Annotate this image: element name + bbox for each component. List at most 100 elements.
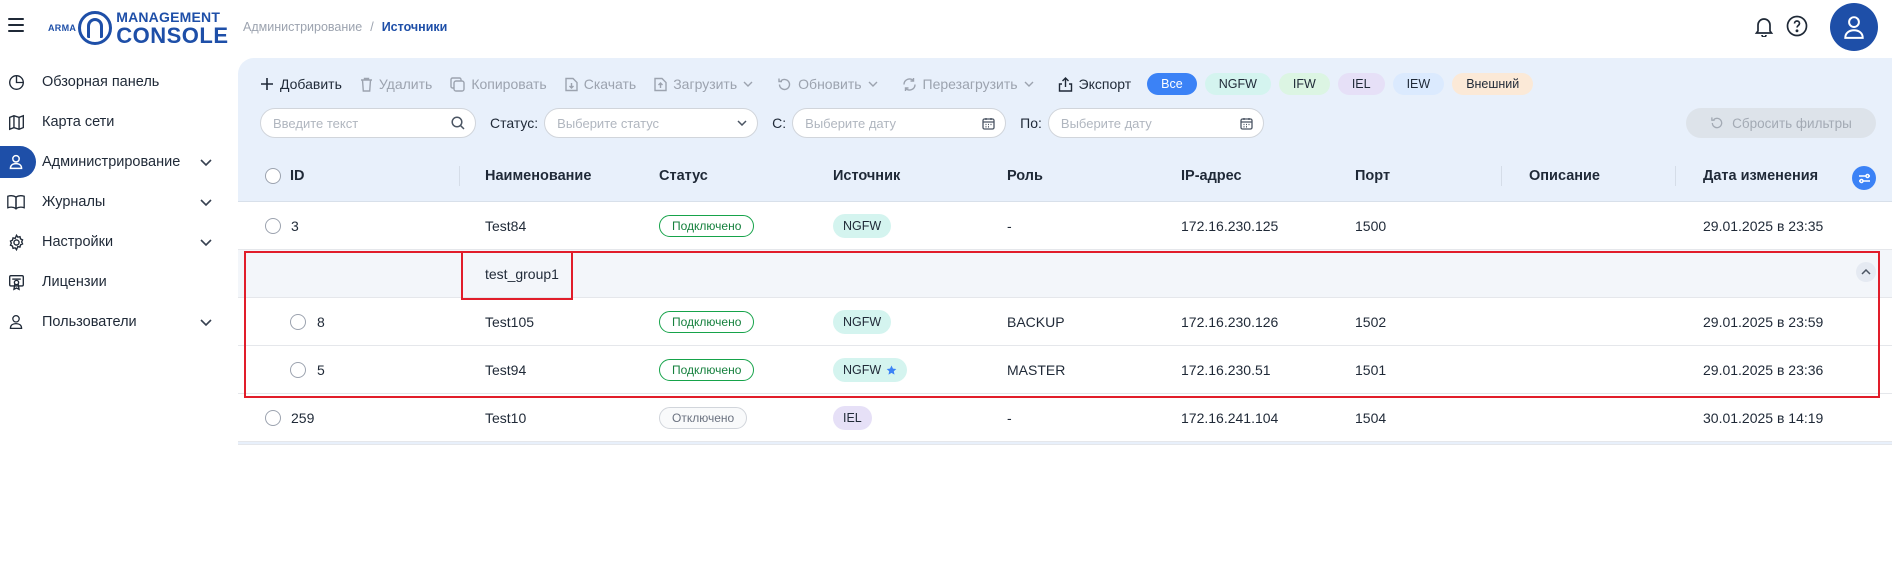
download-button[interactable]: Скачать [565, 76, 636, 92]
cell-date: 29.01.2025 в 23:35 [1703, 218, 1824, 234]
copy-button[interactable]: Копировать [450, 76, 547, 92]
sliders-icon [1858, 173, 1870, 183]
status-badge: Подключено [659, 311, 755, 333]
chevron-up-icon [1861, 269, 1871, 275]
table-row[interactable]: 5 Test94 Подключено NGFW MASTER 172.16.2… [238, 346, 1892, 394]
sidebar-item-settings[interactable]: Настройки [0, 222, 238, 262]
refresh-icon [1711, 117, 1723, 129]
sidebar-item-network-map[interactable]: Карта сети [0, 102, 238, 142]
col-role[interactable]: Роль [1007, 168, 1043, 184]
row-checkbox[interactable] [265, 218, 281, 234]
cell-port: 1500 [1355, 218, 1387, 234]
col-ip[interactable]: IP-адрес [1181, 168, 1242, 184]
chip-external[interactable]: Внешний [1452, 73, 1534, 95]
cell-id: 8 [317, 314, 325, 330]
source-badge: NGFW [833, 214, 892, 238]
sidebar-item-administration[interactable]: Администрирование [0, 142, 238, 182]
cell-ip: 172.16.241.104 [1181, 410, 1279, 426]
sidebar-nav: Обзорная панель Карта сети Администриров… [0, 62, 238, 342]
logo-line1: MANAGEMENT [116, 8, 221, 25]
bell-icon[interactable] [1753, 15, 1775, 38]
calendar-icon [982, 117, 995, 130]
column-settings-button[interactable] [1852, 166, 1876, 190]
chip-ngfw[interactable]: NGFW [1204, 73, 1271, 95]
col-source[interactable]: Источник [833, 168, 900, 184]
sidebar-item-users[interactable]: Пользователи [0, 302, 238, 342]
select-all-checkbox[interactable] [265, 168, 281, 184]
pie-chart-icon [7, 73, 25, 91]
sidebar-item-dashboard[interactable]: Обзорная панель [0, 62, 238, 102]
reboot-dropdown[interactable]: Перезагрузить [902, 76, 1040, 92]
cell-date: 30.01.2025 в 14:19 [1703, 410, 1824, 426]
search-icon [451, 116, 465, 130]
certificate-icon [7, 273, 25, 291]
status-badge: Подключено [659, 215, 755, 237]
export-button[interactable]: Экспорт [1058, 76, 1131, 92]
map-icon [7, 113, 25, 131]
logo-line2: CONSOLE [116, 22, 229, 48]
row-checkbox[interactable] [290, 314, 306, 330]
to-label: По: [1020, 115, 1042, 131]
help-icon[interactable] [1786, 15, 1808, 37]
menu-icon[interactable] [8, 18, 24, 32]
cell-role: BACKUP [1007, 314, 1065, 330]
status-select[interactable]: Выберите статус [544, 108, 759, 138]
logo-prefix: ARMA [48, 23, 77, 33]
chevron-down-icon [868, 81, 878, 87]
cell-port: 1501 [1355, 362, 1387, 378]
update-dropdown[interactable]: Обновить [777, 76, 883, 92]
col-port[interactable]: Порт [1355, 168, 1390, 184]
row-checkbox[interactable] [290, 362, 306, 378]
table-empty-area [238, 444, 1892, 575]
from-label: С: [772, 115, 787, 131]
user-icon [1844, 16, 1864, 39]
sidebar-item-label: Лицензии [42, 274, 107, 290]
search-input[interactable]: Введите текст [260, 108, 476, 138]
cell-id: 5 [317, 362, 325, 378]
sidebar-item-licenses[interactable]: Лицензии [0, 262, 238, 302]
cell-name: Test84 [485, 218, 527, 234]
reset-filters-button[interactable]: Сбросить фильтры [1686, 108, 1876, 138]
col-date[interactable]: Дата изменения [1703, 168, 1818, 184]
table-row[interactable]: 8 Test105 Подключено NGFW BACKUP 172.16.… [238, 298, 1892, 346]
chevron-down-icon [743, 81, 753, 87]
table-row[interactable]: 3 Test84 Подключено NGFW - 172.16.230.12… [238, 202, 1892, 250]
book-icon [7, 193, 25, 211]
sidebar-item-label: Администрирование [42, 154, 181, 170]
avatar[interactable] [1830, 3, 1878, 51]
cell-ip: 172.16.230.51 [1181, 362, 1271, 378]
add-button[interactable]: Добавить [260, 76, 342, 92]
date-from-placeholder: Выберите дату [805, 115, 896, 131]
chip-ifw[interactable]: IFW [1278, 73, 1330, 95]
chip-iew[interactable]: IEW [1392, 73, 1445, 95]
delete-button[interactable]: Удалить [360, 76, 432, 92]
col-status[interactable]: Статус [659, 168, 708, 184]
breadcrumb-separator: / [370, 20, 374, 34]
col-description[interactable]: Описание [1529, 168, 1600, 184]
download-file-icon [565, 77, 578, 91]
app-logo[interactable]: ARMA MANAGEMENT CONSOLE [48, 8, 229, 48]
upload-dropdown[interactable]: Загрузить [654, 76, 759, 92]
date-from-field[interactable]: Выберите дату [792, 108, 1007, 138]
row-checkbox[interactable] [265, 410, 281, 426]
col-id[interactable]: ID [290, 168, 305, 184]
breadcrumb-parent[interactable]: Администрирование [243, 20, 362, 34]
chip-all[interactable]: Все [1147, 73, 1197, 95]
export-icon [1058, 76, 1072, 92]
cell-name: Test94 [485, 362, 527, 378]
table-row[interactable]: 259 Test10 Отключено IEL - 172.16.241.10… [238, 394, 1892, 442]
date-to-field[interactable]: Выберите дату [1047, 108, 1264, 138]
collapse-group-button[interactable] [1856, 262, 1876, 282]
cell-id: 3 [291, 218, 299, 234]
sidebar-item-journals[interactable]: Журналы [0, 182, 238, 222]
group-name: test_group1 [485, 266, 559, 282]
reboot-icon [902, 77, 916, 91]
source-badge: NGFW [833, 358, 908, 382]
chevron-down-icon [200, 314, 214, 330]
gear-icon [7, 233, 25, 251]
user-icon [7, 153, 25, 171]
group-row[interactable]: test_group1 [238, 250, 1892, 298]
cell-role: MASTER [1007, 362, 1066, 378]
col-name[interactable]: Наименование [485, 168, 591, 184]
chip-iel[interactable]: IEL [1337, 73, 1385, 95]
